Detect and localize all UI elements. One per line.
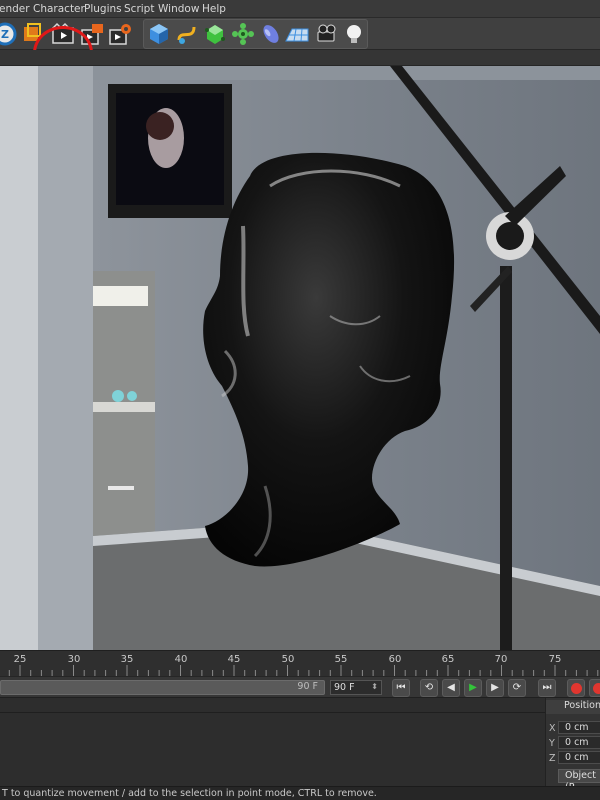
menu-plugins[interactable]: Plugins xyxy=(84,3,122,15)
panel-divider xyxy=(0,712,545,713)
coordinates-manager: Position X 0 cm Y 0 cm Z 0 cm Object (R xyxy=(545,698,600,793)
viewport-render-scene xyxy=(0,66,600,650)
transport-bar: 90 F 90 F ⬍ ⏮ ⟲ ◀ ▶ ▶ ⟳ ⏭ xyxy=(0,676,600,698)
nurbs-icon[interactable] xyxy=(202,21,228,47)
cinema4d-logo-icon[interactable]: Z xyxy=(0,21,18,47)
light-icon[interactable] xyxy=(341,21,367,47)
menu-render[interactable]: ender xyxy=(0,3,30,15)
render-settings-icon[interactable] xyxy=(108,21,134,47)
cube-icon[interactable] xyxy=(146,21,172,47)
array-icon[interactable] xyxy=(230,21,256,47)
toolbar: Z xyxy=(0,18,600,80)
timeline-ruler[interactable]: 25 30 35 40 45 50 55 60 65 70 75 xyxy=(0,650,600,676)
coordinate-mode-dropdown[interactable]: Object (R xyxy=(558,769,600,793)
position-z-field[interactable]: 0 cm xyxy=(558,751,600,764)
ruler-tick-label: 30 xyxy=(67,654,81,665)
viewport[interactable] xyxy=(0,66,600,650)
go-to-end-icon[interactable]: ⏭ xyxy=(538,679,556,697)
camera-icon[interactable] xyxy=(314,21,340,47)
viewport-header-strip xyxy=(0,50,600,66)
go-to-start-icon[interactable]: ⏮ xyxy=(392,679,410,697)
lower-panel: Position X 0 cm Y 0 cm Z 0 cm Object (R xyxy=(0,698,600,793)
play-icon[interactable]: ▶ xyxy=(464,679,482,697)
floor-icon[interactable] xyxy=(284,21,310,47)
previous-key-icon[interactable]: ⟲ xyxy=(420,679,438,697)
step-back-icon[interactable]: ◀ xyxy=(442,679,460,697)
ruler-tick-label: 45 xyxy=(227,654,241,665)
axis-label-x: X xyxy=(549,723,556,734)
coordinates-header: Position xyxy=(546,700,600,714)
record-icon[interactable] xyxy=(567,679,585,697)
axis-label-z: Z xyxy=(549,753,556,764)
ruler-tick-label: 55 xyxy=(334,654,348,665)
ruler-tick-label: 60 xyxy=(388,654,402,665)
spin-arrows-icon[interactable]: ⬍ xyxy=(371,682,378,691)
menu-script[interactable]: Script xyxy=(124,3,154,15)
current-frame-value: 90 F xyxy=(334,682,355,693)
step-forward-icon[interactable]: ▶ xyxy=(486,679,504,697)
menu-help[interactable]: Help xyxy=(202,3,226,15)
menu-character[interactable]: Character xyxy=(33,3,85,15)
ruler-tick-label: 65 xyxy=(441,654,455,665)
ruler-tick-label: 35 xyxy=(120,654,134,665)
ruler-tick-label: 50 xyxy=(281,654,295,665)
next-key-icon[interactable]: ⟳ xyxy=(508,679,526,697)
position-x-field[interactable]: 0 cm xyxy=(558,721,600,734)
preview-range-slider[interactable]: 90 F xyxy=(0,680,325,695)
ruler-tick-marks xyxy=(8,665,599,676)
deformer-icon[interactable] xyxy=(258,21,284,47)
position-y-field[interactable]: 0 cm xyxy=(558,736,600,749)
spline-pen-icon[interactable] xyxy=(174,21,200,47)
autokey-icon[interactable] xyxy=(589,679,600,697)
ruler-tick-label: 70 xyxy=(494,654,508,665)
ruler-tick-label: 25 xyxy=(13,654,27,665)
axis-label-y: Y xyxy=(549,738,555,749)
ruler-tick-label: 75 xyxy=(548,654,562,665)
current-frame-field[interactable]: 90 F ⬍ xyxy=(330,680,382,695)
status-bar: T to quantize movement / add to the sele… xyxy=(0,786,600,800)
range-end-value: 90 F xyxy=(297,681,318,692)
menu-window[interactable]: Window xyxy=(158,3,199,15)
ruler-tick-label: 40 xyxy=(174,654,188,665)
menu-bar: ender Character Plugins Script Window He… xyxy=(0,0,600,18)
svg-text:Z: Z xyxy=(1,28,9,41)
